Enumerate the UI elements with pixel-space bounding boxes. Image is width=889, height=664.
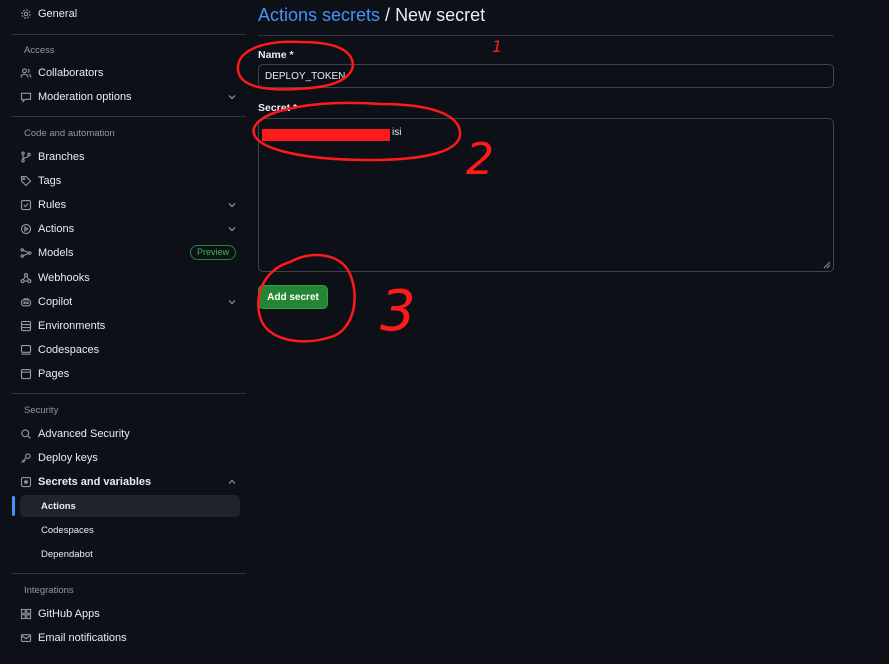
sidebar-item-branches[interactable]: Branches <box>20 146 246 168</box>
secret-label: Secret * <box>258 102 298 114</box>
sidebar-item-label: General <box>38 8 78 20</box>
sidebar-item-label: Codespaces <box>41 524 94 536</box>
sidebar-item-label: Pages <box>38 368 70 380</box>
sidebar-item-label: Dependabot <box>41 548 93 560</box>
secret-textarea[interactable]: isi <box>258 118 834 272</box>
apps-grid-icon <box>20 608 32 620</box>
sidebar-item-email-notifications[interactable]: Email notifications <box>20 627 246 649</box>
sidebar-item-label: Tags <box>38 175 62 187</box>
play-icon <box>20 223 32 235</box>
sidebar-item-label: Collaborators <box>38 67 104 79</box>
sidebar-item-label: GitHub Apps <box>38 608 100 620</box>
comment-icon <box>20 91 32 103</box>
codespaces-icon <box>20 344 32 356</box>
sidebar-item-label: Models <box>38 247 74 259</box>
sidebar-item-models[interactable]: Models Preview <box>20 242 246 264</box>
sidebar-item-advanced-security[interactable]: Advanced Security <box>20 423 246 445</box>
active-indicator <box>12 496 15 516</box>
sidebar-item-secrets-variables[interactable]: Secrets and variables <box>20 471 246 493</box>
main-content: Actions secrets / New secret Name * DEPL… <box>258 0 834 664</box>
sidebar-item-webhooks[interactable]: Webhooks <box>20 267 246 289</box>
chevron-down-icon[interactable] <box>226 296 238 308</box>
sidebar-item-label: Deploy keys <box>38 452 98 464</box>
copilot-icon <box>20 296 32 308</box>
sidebar-item-label: Environments <box>38 320 106 332</box>
sidebar-item-label: Branches <box>38 151 85 163</box>
sidebar-subitem-dependabot[interactable]: Dependabot <box>20 543 246 565</box>
sidebar-item-tags[interactable]: Tags <box>20 170 246 192</box>
divider <box>12 116 246 117</box>
people-icon <box>20 67 32 79</box>
chevron-down-icon[interactable] <box>226 223 238 235</box>
sidebar-item-moderation[interactable]: Moderation options <box>20 86 246 108</box>
shield-search-icon <box>20 428 32 440</box>
sidebar-subitem-actions[interactable]: Actions <box>20 495 240 517</box>
sidebar-item-pages[interactable]: Pages <box>20 363 246 385</box>
rules-icon <box>20 199 32 211</box>
divider <box>12 34 246 35</box>
resize-grip-icon[interactable] <box>823 261 831 269</box>
redaction-mark <box>262 129 390 141</box>
name-label: Name * <box>258 49 294 61</box>
sidebar-item-environments[interactable]: Environments <box>20 315 246 337</box>
tag-icon <box>20 175 32 187</box>
sidebar-item-label: Secrets and variables <box>38 476 152 488</box>
key-icon <box>20 452 32 464</box>
chevron-down-icon[interactable] <box>226 199 238 211</box>
sidebar-item-actions[interactable]: Actions <box>20 218 246 240</box>
sidebar-item-copilot[interactable]: Copilot <box>20 291 246 313</box>
section-header-access: Access <box>24 45 55 56</box>
sidebar-item-label: Email notifications <box>38 632 127 644</box>
settings-sidebar: General Access Collaborators Moderation … <box>12 0 246 664</box>
webhook-icon <box>20 272 32 284</box>
mail-icon <box>20 632 32 644</box>
server-icon <box>20 320 32 332</box>
asterisk-box-icon <box>20 476 32 488</box>
sidebar-item-label: Copilot <box>38 296 73 308</box>
sidebar-item-label: Actions <box>41 500 76 512</box>
name-input-value: DEPLOY_TOKEN <box>265 70 346 82</box>
breadcrumb-link[interactable]: Actions secrets <box>258 5 380 25</box>
sidebar-item-label: Advanced Security <box>38 428 130 440</box>
divider <box>12 393 246 394</box>
sidebar-item-deploy-keys[interactable]: Deploy keys <box>20 447 246 469</box>
sidebar-item-github-apps[interactable]: GitHub Apps <box>20 603 246 625</box>
gear-icon <box>20 8 32 20</box>
name-input[interactable]: DEPLOY_TOKEN <box>258 64 834 88</box>
sidebar-subitem-codespaces[interactable]: Codespaces <box>20 519 246 541</box>
sidebar-item-codespaces[interactable]: Codespaces <box>20 339 246 361</box>
divider <box>258 35 834 36</box>
preview-badge: Preview <box>189 245 236 260</box>
chevron-down-icon[interactable] <box>226 91 238 103</box>
add-secret-button[interactable]: Add secret <box>258 285 328 309</box>
section-header-security: Security <box>24 405 59 416</box>
sidebar-item-label: Rules <box>38 199 67 211</box>
title-separator: / <box>380 5 396 25</box>
page-title: Actions secrets / New secret <box>258 5 485 26</box>
sidebar-item-label: Moderation options <box>38 91 132 103</box>
section-header-code: Code and automation <box>24 128 115 139</box>
title-text: New secret <box>395 5 486 25</box>
secret-visible-text: isi <box>392 127 402 138</box>
sidebar-item-label: Codespaces <box>38 344 100 356</box>
sidebar-item-label: Webhooks <box>38 272 90 284</box>
chevron-up-icon[interactable] <box>226 476 238 488</box>
models-icon <box>20 247 32 259</box>
sidebar-item-rules[interactable]: Rules <box>20 194 246 216</box>
section-header-integrations: Integrations <box>24 585 74 596</box>
divider <box>12 573 246 574</box>
branch-icon <box>20 151 32 163</box>
sidebar-item-collaborators[interactable]: Collaborators <box>20 62 246 84</box>
sidebar-item-general[interactable]: General <box>20 3 246 25</box>
browser-icon <box>20 368 32 380</box>
sidebar-item-label: Actions <box>38 223 75 235</box>
